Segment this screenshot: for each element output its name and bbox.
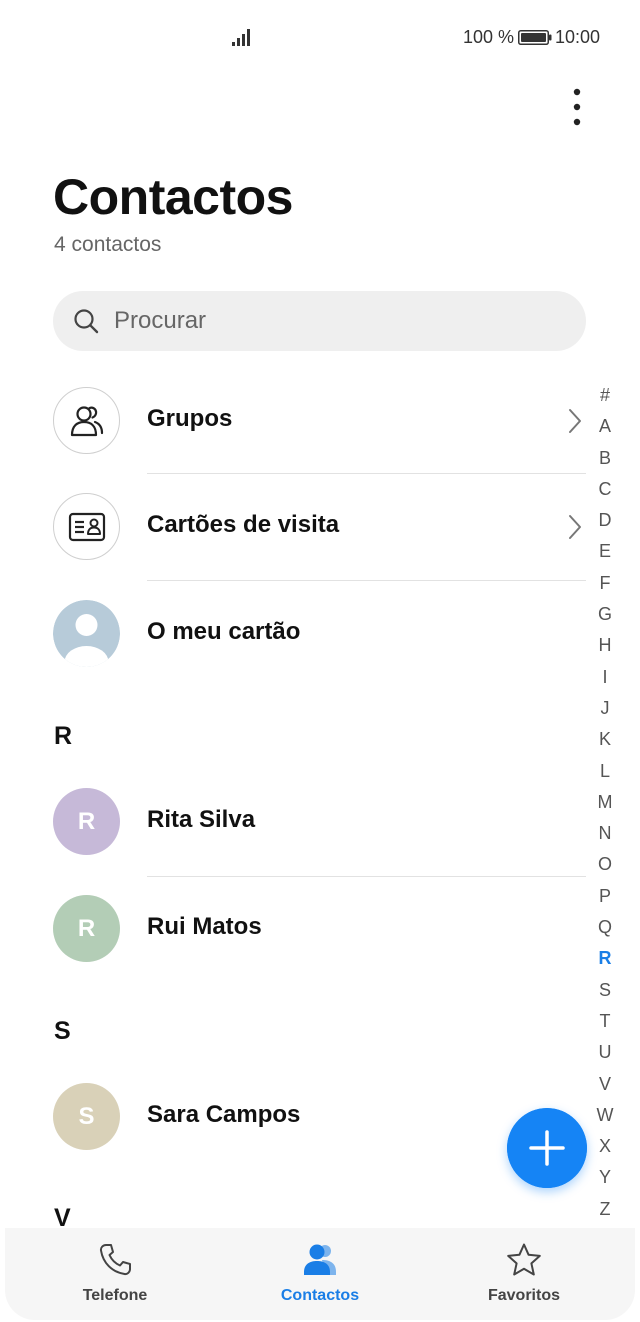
alphabet-index-letter[interactable]: A [590, 411, 620, 442]
contact-row[interactable]: R Rita Silva [0, 770, 586, 874]
alphabet-index-letter[interactable]: L [590, 756, 620, 787]
status-bar: 100 % 10:00 [0, 0, 640, 76]
alphabet-index-letter[interactable]: N [590, 818, 620, 849]
tab-label: Contactos [280, 1287, 360, 1304]
alphabet-index-letter[interactable]: Q [590, 912, 620, 943]
avatar: S [53, 1083, 120, 1150]
contact-name: Rita Silva [147, 806, 256, 833]
alphabet-index-letter[interactable]: H [590, 630, 620, 661]
alphabet-index-letter[interactable]: J [590, 693, 620, 724]
tab-telefone[interactable]: Telefone [35, 1228, 195, 1320]
contacts-icon [304, 1244, 336, 1275]
contact-name: Sara Campos [147, 1101, 301, 1128]
avatar: R [53, 788, 120, 855]
search-icon [74, 309, 99, 334]
alphabet-index-letter[interactable]: G [590, 599, 620, 630]
tab-contactos[interactable]: Contactos [240, 1228, 400, 1320]
alphabet-index-letter[interactable]: P [590, 881, 620, 912]
divider [147, 473, 586, 474]
alphabet-index-letter[interactable]: D [590, 505, 620, 536]
star-icon [507, 1243, 541, 1276]
business-cards-row[interactable]: Cartões de visita [0, 475, 586, 579]
alphabet-index-letter[interactable]: T [590, 1006, 620, 1037]
contact-name: Rui Matos [147, 913, 262, 940]
alphabet-index-letter[interactable]: B [590, 443, 620, 474]
section-header-r: R [54, 722, 73, 750]
alphabet-index-letter[interactable]: I [590, 662, 620, 693]
groups-icon [53, 387, 120, 454]
avatar: R [53, 895, 120, 962]
tab-label: Favoritos [487, 1287, 560, 1304]
alphabet-index-letter[interactable]: O [590, 849, 620, 880]
my-card-row[interactable]: O meu cartão [0, 582, 586, 686]
business-cards-label: Cartões de visita [147, 511, 340, 538]
business-card-icon [53, 493, 120, 560]
alphabet-index-letter[interactable]: E [590, 536, 620, 567]
search-placeholder: Procurar [114, 307, 207, 334]
groups-label: Grupos [147, 405, 233, 432]
contact-count: 4 contactos [54, 233, 162, 256]
my-card-label: O meu cartão [147, 618, 301, 645]
contact-row[interactable]: S Sara Campos [0, 1065, 586, 1169]
groups-row[interactable]: Grupos [0, 369, 586, 473]
section-header-s: S [54, 1017, 71, 1045]
alphabet-index-letter[interactable]: # [590, 380, 620, 411]
contact-row[interactable]: R Rui Matos [0, 877, 586, 981]
alphabet-index-letter[interactable]: C [590, 474, 620, 505]
alphabet-index-letter[interactable]: Z [590, 1194, 620, 1225]
chevron-right-icon [569, 515, 581, 539]
tab-label: Telefone [82, 1287, 148, 1304]
chevron-right-icon [569, 409, 581, 433]
battery-icon [518, 30, 552, 45]
alphabet-index-letter[interactable]: S [590, 975, 620, 1006]
default-avatar-icon [53, 600, 120, 667]
search-input[interactable]: Procurar [53, 291, 586, 351]
battery-percent: 100 % [463, 27, 515, 47]
bottom-nav: Telefone Contactos Favoritos [5, 1228, 635, 1320]
alphabet-index-letter[interactable]: U [590, 1037, 620, 1068]
alphabet-index-letter[interactable]: V [590, 1069, 620, 1100]
phone-icon [99, 1244, 131, 1276]
more-options-icon[interactable] [560, 86, 594, 128]
alphabet-index-letter[interactable]: K [590, 724, 620, 755]
alphabet-index-letter[interactable]: W [590, 1100, 620, 1131]
signal-icon [232, 29, 250, 46]
tab-favoritos[interactable]: Favoritos [444, 1228, 604, 1320]
page-title: Contactos [53, 169, 293, 225]
alphabet-index-letter[interactable]: F [590, 568, 620, 599]
alphabet-index-letter[interactable]: Y [590, 1162, 620, 1193]
clock: 10:00 [555, 27, 601, 47]
divider [147, 580, 586, 581]
add-contact-button[interactable] [507, 1108, 587, 1188]
alphabet-index-letter[interactable]: M [590, 787, 620, 818]
alphabet-index[interactable]: # A B C D E F G H I J K L M N O P Q R S T U V W X Y Z [590, 380, 620, 1225]
alphabet-index-letter[interactable]: X [590, 1131, 620, 1162]
alphabet-index-letter[interactable]: R [590, 943, 620, 974]
